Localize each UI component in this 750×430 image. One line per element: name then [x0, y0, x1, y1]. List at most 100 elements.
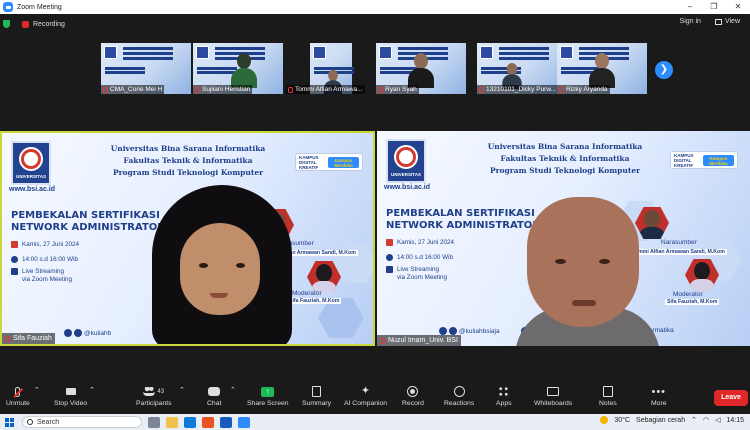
- unmute-label: Unmute: [6, 400, 30, 407]
- notes-button[interactable]: Notes: [599, 386, 617, 407]
- sign-in-button[interactable]: Sign in: [680, 18, 701, 25]
- notes-label: Notes: [599, 400, 617, 407]
- taskbar-search-input[interactable]: Search: [22, 416, 142, 428]
- participant-thumbnail[interactable]: Sujiiani Heristian: [193, 43, 283, 94]
- weather-temp: 30°C: [614, 416, 631, 424]
- maximize-button[interactable]: ❐: [702, 0, 726, 14]
- view-button[interactable]: View: [714, 18, 740, 25]
- file-explorer-icon[interactable]: [166, 416, 178, 428]
- clock-icon: [386, 254, 393, 261]
- whiteboards-button[interactable]: Whiteboards: [534, 386, 572, 407]
- summary-icon: [312, 386, 322, 397]
- edge-browser-icon[interactable]: [184, 416, 196, 428]
- grid-view-icon: [714, 18, 722, 25]
- share-screen-button[interactable]: ↑ Share Screen: [247, 386, 289, 407]
- record-label: Record: [402, 400, 424, 407]
- leave-button[interactable]: Leave: [714, 390, 748, 406]
- summary-label: Summary: [302, 400, 332, 407]
- window-title: Zoom Meeting: [17, 3, 62, 11]
- summary-button[interactable]: Summary: [302, 386, 331, 407]
- video-camera-icon: [65, 388, 76, 395]
- mic-muted-icon: [479, 86, 484, 93]
- more-dots-icon: •••: [651, 385, 667, 398]
- instagram-icon: [439, 327, 447, 335]
- moderator-name: Sifa Fauziah, M.Kom: [287, 298, 342, 304]
- minimize-button[interactable]: –: [678, 0, 702, 14]
- more-button[interactable]: ••• More: [651, 386, 667, 407]
- reactions-label: Reactions: [444, 400, 475, 407]
- record-button[interactable]: Record: [402, 386, 424, 407]
- event-time: 14:00 s.d 16:00 Wib: [386, 254, 453, 262]
- moderator-name: Sifa Fauziah, M.Kom: [665, 299, 720, 305]
- close-button[interactable]: ✕: [726, 0, 750, 14]
- participants-icon: [143, 387, 156, 396]
- mic-muted-icon: [378, 86, 383, 93]
- volume-icon[interactable]: ◁: [715, 416, 720, 424]
- calendar-icon: [386, 239, 393, 246]
- camera-icon: [11, 268, 18, 275]
- video-options-caret[interactable]: ⌃: [89, 386, 95, 394]
- participant-thumbnail[interactable]: CMA_Corie Mei H: [101, 43, 191, 94]
- social-handle: @kuliahbsiaja: [439, 327, 500, 335]
- recording-label: Recording: [33, 20, 65, 28]
- recording-indicator[interactable]: Recording: [22, 20, 65, 28]
- participant-video: [589, 53, 615, 88]
- tray-chevron-icon[interactable]: ⌃: [691, 416, 697, 424]
- mic-muted-icon: [288, 86, 293, 93]
- zoom-app-icon[interactable]: [238, 416, 250, 428]
- participant-thumbnail[interactable]: Rizky Aryanda: [557, 43, 647, 94]
- chat-options-caret[interactable]: ⌃: [230, 386, 236, 394]
- participant-thumbnail[interactable]: Tommi Alfian Armawa...: [286, 43, 376, 94]
- clock-time[interactable]: 14:15: [726, 417, 744, 424]
- clock-icon: [11, 256, 18, 263]
- video-tile[interactable]: UNIVERSITAS www.bsi.ac.id Universitas Bi…: [377, 131, 750, 346]
- participants-label: Participants: [136, 400, 172, 407]
- moderator-label: Moderator: [292, 290, 322, 297]
- more-label: More: [651, 400, 667, 407]
- moderator-label: Moderator: [673, 291, 703, 298]
- word-app-icon[interactable]: [220, 416, 232, 428]
- reactions-smiley-icon: [453, 386, 465, 397]
- participant-video: [502, 63, 522, 90]
- participant-thumbnail[interactable]: Ryan Syah: [376, 43, 466, 94]
- meeting-topbar: Recording Sign in View: [0, 14, 750, 34]
- event-date: Kamis, 27 Juni 2024: [11, 241, 79, 249]
- reactions-button[interactable]: Reactions: [444, 386, 474, 407]
- window-titlebar: Zoom Meeting – ❐ ✕: [0, 0, 750, 14]
- university-logo: UNIVERSITAS: [386, 139, 426, 183]
- kampus-badge: KAMPUS DIGITAL KREATIF Kampus Merdeka: [670, 151, 738, 169]
- ai-companion-button[interactable]: ✦ AI Companion: [344, 386, 388, 408]
- audio-options-caret[interactable]: ⌃: [34, 386, 40, 394]
- unmute-button[interactable]: Unmute: [6, 386, 30, 407]
- video-tile-active-speaker[interactable]: UNIVERSITAS www.bsi.ac.id Universitas Bi…: [0, 131, 375, 346]
- calendar-icon: [11, 241, 18, 248]
- security-shield-icon[interactable]: [3, 20, 10, 28]
- participants-options-caret[interactable]: ⌃: [179, 386, 185, 394]
- ai-companion-label: AI Companion: [344, 400, 388, 407]
- search-placeholder: Search: [37, 418, 60, 426]
- weather-description: Sebagian cerah: [636, 416, 686, 424]
- notes-icon: [602, 386, 613, 397]
- apps-button[interactable]: Apps: [496, 386, 512, 407]
- participant-video: [231, 53, 257, 88]
- stop-video-button[interactable]: Stop Video: [54, 386, 87, 407]
- chat-button[interactable]: Chat: [207, 386, 221, 407]
- weather-sun-icon: [600, 416, 609, 424]
- search-icon: [27, 419, 33, 425]
- window-controls: – ❐ ✕: [678, 0, 750, 14]
- windows-start-icon[interactable]: [5, 417, 14, 427]
- chat-label: Chat: [207, 400, 222, 407]
- participant-thumbnail[interactable]: 13210101_Dicky Purw...: [477, 43, 567, 94]
- task-view-icon[interactable]: [148, 416, 160, 428]
- wifi-icon[interactable]: ◠: [703, 416, 709, 424]
- office-app-icon[interactable]: [202, 416, 214, 428]
- participants-button[interactable]: 43 Participants: [136, 386, 172, 407]
- meeting-toolbar: Unmute ⌃ Stop Video ⌃ 43 Participants ⌃ …: [0, 384, 750, 414]
- video-name-label: Sifa Fauziah: [2, 333, 55, 344]
- mic-muted-icon: [559, 86, 564, 93]
- participant-name: Rizky Aryanda: [557, 85, 610, 94]
- narasumber-label: Narasumber: [661, 239, 697, 246]
- website-text: www.bsi.ac.id: [384, 184, 431, 191]
- twitter-icon: [74, 329, 82, 337]
- next-page-button[interactable]: ❯: [655, 61, 673, 79]
